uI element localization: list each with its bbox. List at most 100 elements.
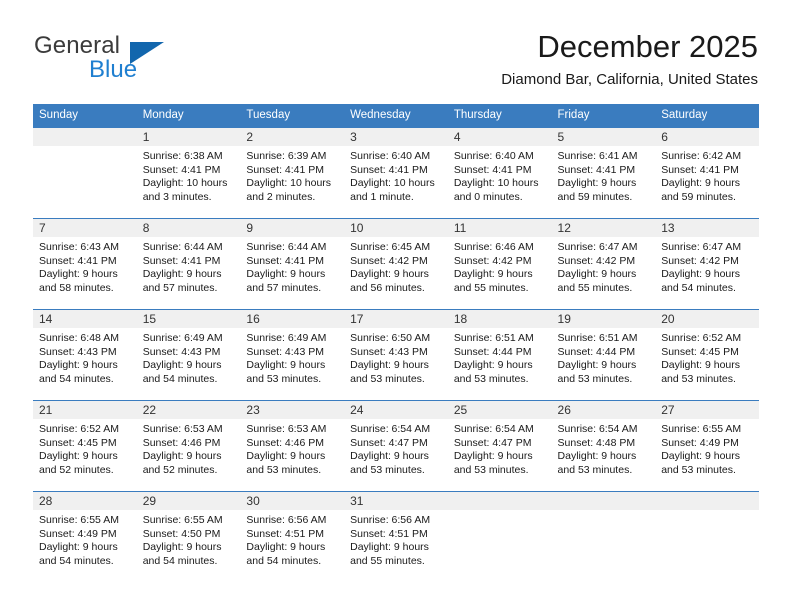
- sunrise-time: Sunrise: 6:48 AM: [39, 332, 119, 344]
- daylight-duration-line2: and 53 minutes.: [246, 372, 322, 385]
- calendar-day-cell[interactable]: 30 Sunrise: 6:56 AM Sunset: 4:51 PM Dayligh…: [240, 491, 345, 582]
- calendar-day-cell[interactable]: 21 Sunrise: 6:52 AM Sunset: 4:45 PM Dayligh…: [33, 400, 137, 491]
- sunset-time: Sunset: 4:43 PM: [142, 345, 221, 358]
- calendar-day-cell[interactable]: 23 Sunrise: 6:53 AM Sunset: 4:46 PM Dayligh…: [240, 400, 345, 491]
- calendar-day-cell[interactable]: 17 Sunrise: 6:50 AM Sunset: 4:43 PM Dayligh…: [344, 309, 448, 400]
- calendar-day-cell[interactable]: 18 Sunrise: 6:51 AM Sunset: 4:44 PM Dayligh…: [447, 309, 552, 400]
- day-number-band: 19: [551, 310, 656, 328]
- calendar-day-cell[interactable]: 10 Sunrise: 6:45 AM Sunset: 4:42 PM Dayligh…: [344, 218, 448, 309]
- day-details: Sunrise: 6:49 AM Sunset: 4:43 PM Daylight:…: [137, 328, 241, 386]
- calendar-page: General Blue December 2025 Diamond Bar, …: [0, 0, 792, 612]
- day-number: 25: [453, 403, 468, 417]
- calendar-day-cell[interactable]: 13 Sunrise: 6:47 AM Sunset: 4:42 PM Dayligh…: [655, 218, 759, 309]
- daylight-duration-line1: Daylight: 9 hours: [557, 359, 637, 371]
- sunset-time: Sunset: 4:42 PM: [661, 254, 739, 267]
- day-cell-content: 5 Sunrise: 6:41 AM Sunset: 4:41 PM Daylight…: [551, 127, 656, 218]
- daylight-duration-line2: and 59 minutes.: [661, 190, 736, 203]
- day-cell-content: 16 Sunrise: 6:49 AM Sunset: 4:43 PM Dayligh…: [240, 309, 345, 400]
- day-cell-content: 22 Sunrise: 6:53 AM Sunset: 4:46 PM Dayligh…: [136, 400, 241, 491]
- day-number-band: 1: [136, 128, 241, 146]
- calendar-day-cell[interactable]: 2 Sunrise: 6:39 AM Sunset: 4:41 PM Daylight…: [240, 127, 345, 218]
- day-number-band: 13: [655, 219, 759, 237]
- calendar-day-cell[interactable]: 9 Sunrise: 6:44 AM Sunset: 4:41 PM Daylight…: [240, 218, 345, 309]
- calendar-day-cell[interactable]: 24 Sunrise: 6:54 AM Sunset: 4:47 PM Dayligh…: [344, 400, 448, 491]
- day-details: Sunrise: 6:43 AM Sunset: 4:41 PM Daylight:…: [33, 237, 137, 295]
- day-details: Sunrise: 6:40 AM Sunset: 4:41 PM Daylight:…: [344, 146, 448, 204]
- daylight-duration-line2: and 53 minutes.: [453, 463, 529, 476]
- sunset-time: Sunset: 4:41 PM: [39, 254, 117, 267]
- day-details: Sunrise: 6:53 AM Sunset: 4:46 PM Daylight:…: [240, 419, 344, 477]
- day-details: Sunrise: 6:48 AM Sunset: 4:43 PM Daylight:…: [33, 328, 137, 386]
- daylight-duration-line2: and 59 minutes.: [557, 190, 633, 203]
- daylight-duration-line2: and 53 minutes.: [557, 463, 633, 476]
- calendar-day-cell[interactable]: 14 Sunrise: 6:48 AM Sunset: 4:43 PM Dayligh…: [33, 309, 137, 400]
- sunrise-time: Sunrise: 6:39 AM: [246, 150, 327, 162]
- daylight-duration-line2: and 57 minutes.: [142, 281, 218, 294]
- calendar-day-cell[interactable]: [447, 491, 552, 582]
- brand-logo[interactable]: General Blue: [34, 33, 254, 83]
- calendar-day-cell[interactable]: 6 Sunrise: 6:42 AM Sunset: 4:41 PM Daylight…: [655, 127, 759, 218]
- daylight-duration-line1: Daylight: 9 hours: [246, 268, 326, 280]
- calendar-day-cell[interactable]: 12 Sunrise: 6:47 AM Sunset: 4:42 PM Dayligh…: [551, 218, 656, 309]
- day-number-band: 6: [655, 128, 759, 146]
- calendar-day-cell[interactable]: 8 Sunrise: 6:44 AM Sunset: 4:41 PM Daylight…: [136, 218, 241, 309]
- day-number: 30: [246, 494, 260, 508]
- calendar-day-cell[interactable]: [551, 491, 656, 582]
- calendar-day-cell[interactable]: 16 Sunrise: 6:49 AM Sunset: 4:43 PM Dayligh…: [240, 309, 345, 400]
- day-number-band: 24: [344, 401, 448, 419]
- sunset-time: Sunset: 4:44 PM: [453, 345, 532, 358]
- calendar-day-cell[interactable]: [655, 491, 759, 582]
- day-cell-content: 1 Sunrise: 6:38 AM Sunset: 4:41 PM Daylight…: [136, 127, 241, 218]
- calendar-day-cell[interactable]: 31 Sunrise: 6:56 AM Sunset: 4:51 PM Dayligh…: [344, 491, 448, 582]
- calendar-week-row: 28 Sunrise: 6:55 AM Sunset: 4:49 PM Dayligh…: [33, 491, 759, 582]
- sunrise-time: Sunrise: 6:42 AM: [661, 150, 742, 162]
- calendar-day-cell[interactable]: 7 Sunrise: 6:43 AM Sunset: 4:41 PM Daylight…: [33, 218, 137, 309]
- daylight-duration-line2: and 1 minute.: [350, 190, 414, 203]
- daylight-duration-line2: and 54 minutes.: [142, 372, 218, 385]
- calendar-day-cell[interactable]: 29 Sunrise: 6:55 AM Sunset: 4:50 PM Dayligh…: [136, 491, 241, 582]
- calendar-day-cell[interactable]: 11 Sunrise: 6:46 AM Sunset: 4:42 PM Dayligh…: [447, 218, 552, 309]
- calendar-week-row: 14 Sunrise: 6:48 AM Sunset: 4:43 PM Dayligh…: [33, 309, 759, 400]
- calendar-day-cell[interactable]: 28 Sunrise: 6:55 AM Sunset: 4:49 PM Dayligh…: [33, 491, 137, 582]
- day-number-band: 4: [447, 128, 552, 146]
- day-number: 12: [557, 221, 571, 235]
- day-details: Sunrise: 6:46 AM Sunset: 4:42 PM Daylight:…: [448, 237, 552, 295]
- day-cell-content: 13 Sunrise: 6:47 AM Sunset: 4:42 PM Dayligh…: [655, 218, 759, 309]
- calendar-day-cell[interactable]: 25 Sunrise: 6:54 AM Sunset: 4:47 PM Dayligh…: [447, 400, 552, 491]
- calendar-day-cell[interactable]: 19 Sunrise: 6:51 AM Sunset: 4:44 PM Dayligh…: [551, 309, 656, 400]
- day-number-band: 17: [344, 310, 448, 328]
- day-number: 3: [350, 130, 357, 144]
- sunset-time: Sunset: 4:41 PM: [246, 163, 325, 176]
- day-details: Sunrise: 6:56 AM Sunset: 4:51 PM Daylight:…: [344, 510, 448, 568]
- daylight-duration-line1: Daylight: 9 hours: [246, 359, 326, 371]
- location-subtitle: Diamond Bar, California, United States: [501, 71, 758, 88]
- daylight-duration-line1: Daylight: 9 hours: [39, 541, 118, 553]
- daylight-duration-line2: and 55 minutes.: [350, 554, 425, 567]
- daylight-duration-line1: Daylight: 9 hours: [246, 450, 326, 462]
- sunrise-time: Sunrise: 6:44 AM: [246, 241, 327, 253]
- day-number-band: 9: [240, 219, 345, 237]
- calendar-week-row: 1 Sunrise: 6:38 AM Sunset: 4:41 PM Daylight…: [33, 127, 759, 218]
- calendar-day-cell[interactable]: 20 Sunrise: 6:52 AM Sunset: 4:45 PM Dayligh…: [655, 309, 759, 400]
- daylight-duration-line2: and 54 minutes.: [661, 281, 736, 294]
- daylight-duration-line1: Daylight: 9 hours: [661, 177, 741, 189]
- calendar-day-cell[interactable]: 15 Sunrise: 6:49 AM Sunset: 4:43 PM Dayligh…: [136, 309, 241, 400]
- day-details: Sunrise: 6:52 AM Sunset: 4:45 PM Daylight:…: [655, 328, 759, 386]
- day-number-band: 3: [344, 128, 448, 146]
- day-number-band: [447, 492, 552, 510]
- calendar-day-cell[interactable]: 4 Sunrise: 6:40 AM Sunset: 4:41 PM Daylight…: [447, 127, 552, 218]
- calendar-day-cell[interactable]: 22 Sunrise: 6:53 AM Sunset: 4:46 PM Dayligh…: [136, 400, 241, 491]
- daylight-duration-line1: Daylight: 9 hours: [661, 359, 741, 371]
- calendar-day-cell[interactable]: 3 Sunrise: 6:40 AM Sunset: 4:41 PM Daylight…: [344, 127, 448, 218]
- sunset-time: Sunset: 4:42 PM: [453, 254, 532, 267]
- sunset-time: Sunset: 4:42 PM: [350, 254, 428, 267]
- sunrise-sunset-calendar: Sunday Monday Tuesday Wednesday Thursday…: [33, 104, 759, 582]
- sunrise-time: Sunrise: 6:43 AM: [39, 241, 119, 253]
- calendar-day-cell[interactable]: 26 Sunrise: 6:54 AM Sunset: 4:48 PM Dayligh…: [551, 400, 656, 491]
- daylight-duration-line2: and 53 minutes.: [557, 372, 633, 385]
- calendar-day-cell[interactable]: 1 Sunrise: 6:38 AM Sunset: 4:41 PM Daylight…: [136, 127, 241, 218]
- calendar-day-cell[interactable]: 5 Sunrise: 6:41 AM Sunset: 4:41 PM Daylight…: [551, 127, 656, 218]
- calendar-day-cell[interactable]: 27 Sunrise: 6:55 AM Sunset: 4:49 PM Dayligh…: [655, 400, 759, 491]
- day-number-band: 28: [33, 492, 137, 510]
- calendar-day-cell[interactable]: [33, 127, 137, 218]
